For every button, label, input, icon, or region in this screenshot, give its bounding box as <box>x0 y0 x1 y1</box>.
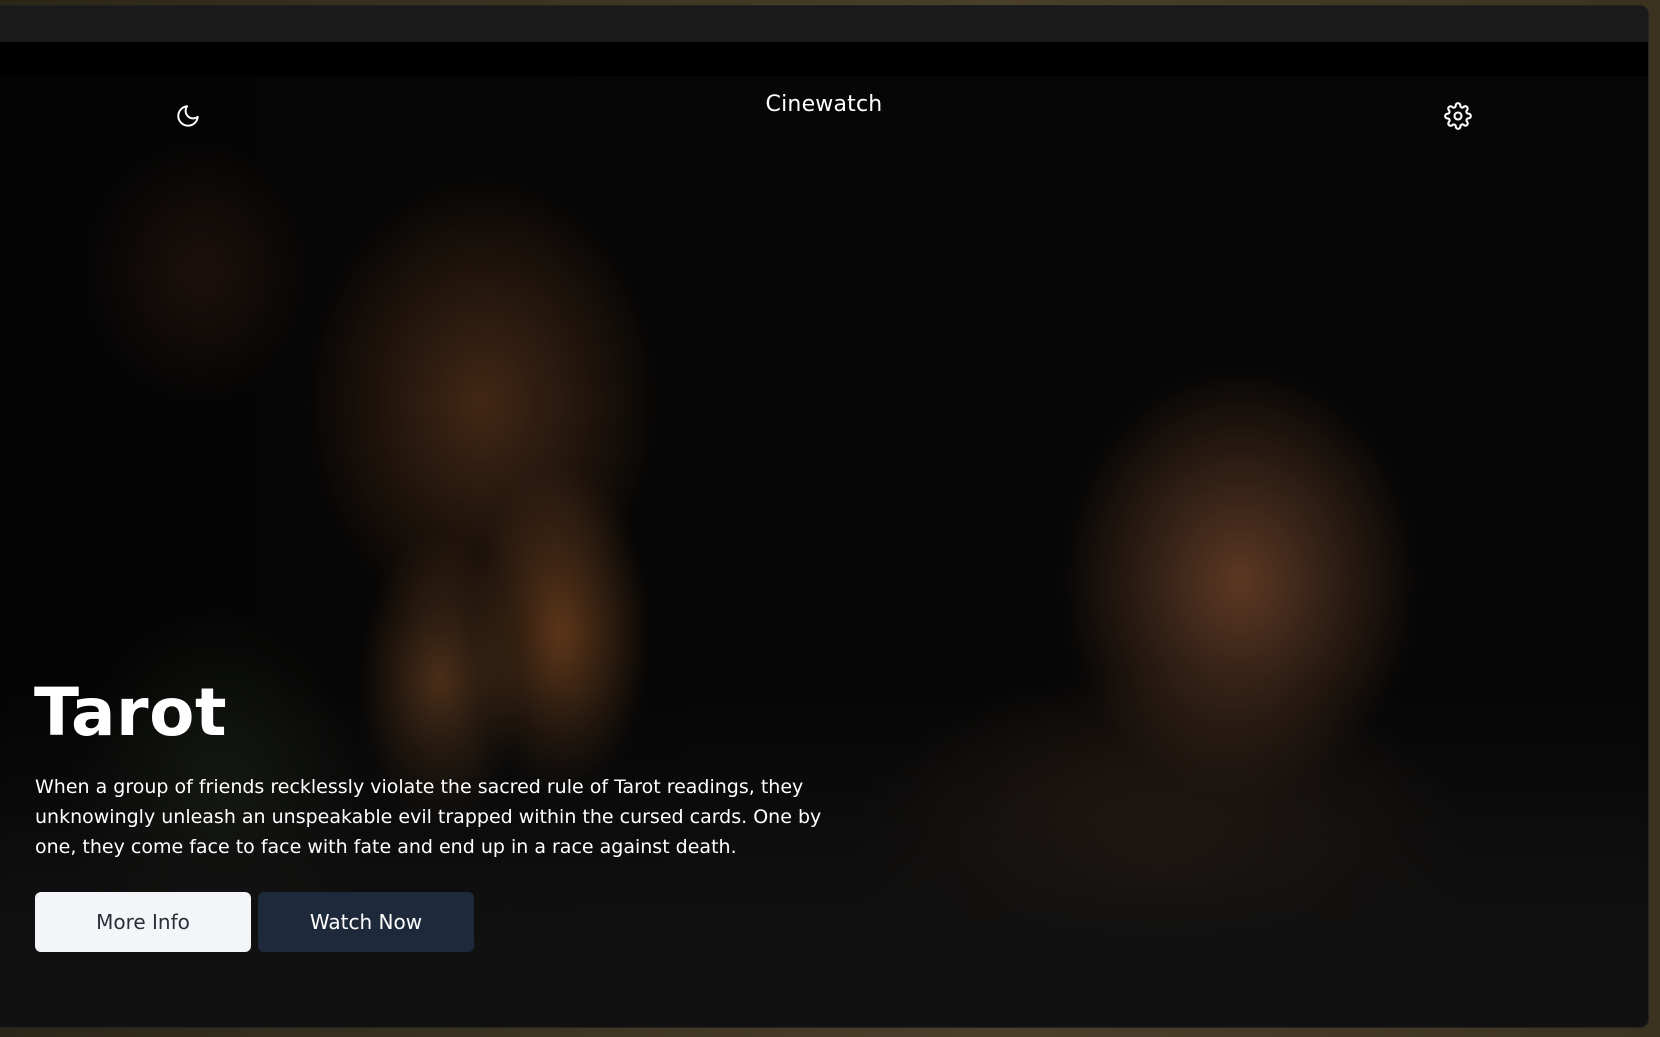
app-title: Cinewatch <box>765 92 883 117</box>
settings-button[interactable] <box>1442 101 1474 135</box>
top-band <box>0 42 1648 76</box>
movie-description: When a group of friends recklessly viola… <box>35 776 822 858</box>
more-info-button[interactable]: More Info <box>35 892 251 952</box>
app-window: Cinewatch Tarot When a group of friends … <box>0 6 1648 1027</box>
window-titlebar[interactable] <box>0 6 1648 42</box>
gear-icon <box>1444 101 1472 135</box>
movie-title: Tarot <box>34 674 227 751</box>
moon-icon <box>175 103 201 134</box>
theme-toggle-button[interactable] <box>172 102 204 134</box>
watch-now-button[interactable]: Watch Now <box>258 892 474 952</box>
